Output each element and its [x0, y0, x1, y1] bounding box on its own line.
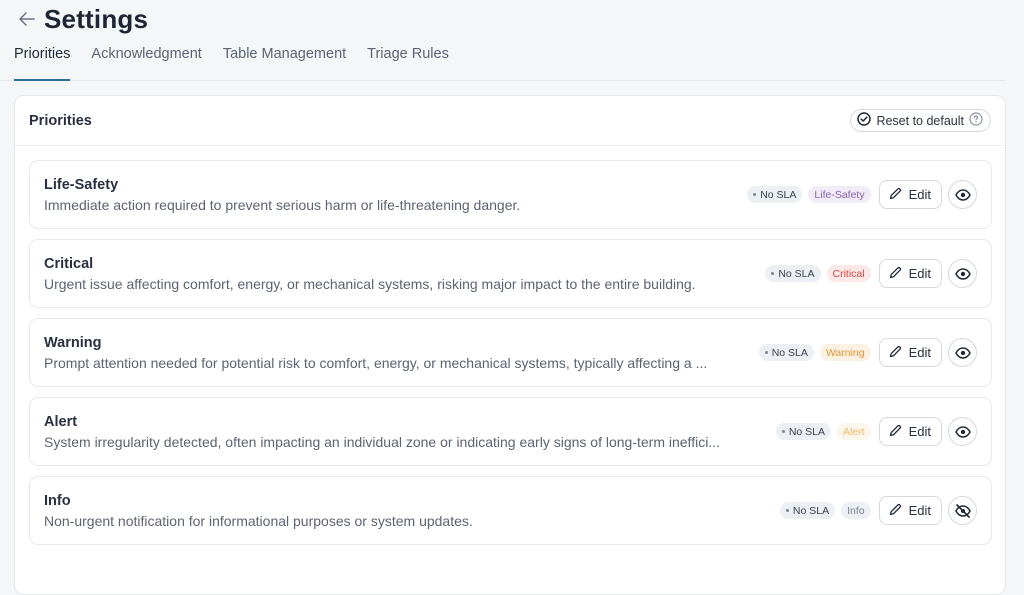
priority-row: Life-Safety Immediate action required to… — [29, 160, 992, 229]
edit-label: Edit — [908, 424, 931, 439]
priority-description: Immediate action required to prevent ser… — [44, 196, 521, 213]
priority-tag-badge: Life-Safety — [808, 186, 871, 203]
dot-icon — [771, 272, 775, 275]
dot-icon — [753, 193, 757, 196]
eye-off-icon[interactable] — [948, 496, 977, 525]
card-header: Priorities Reset to default — [15, 96, 1005, 146]
pencil-icon — [889, 424, 902, 440]
priority-text: Critical Urgent issue affecting comfort,… — [44, 256, 696, 292]
eye-icon[interactable] — [948, 417, 977, 446]
priority-list: Life-Safety Immediate action required to… — [29, 160, 992, 555]
help-circle-icon[interactable] — [969, 112, 983, 129]
page-header: Settings — [18, 4, 148, 34]
sla-label: No SLA — [771, 346, 808, 359]
priority-name: Life-Safety — [44, 176, 119, 193]
pencil-icon — [889, 266, 902, 282]
eye-icon[interactable] — [948, 338, 977, 367]
sla-badge: No SLA — [779, 502, 836, 519]
priority-description: Urgent issue affecting comfort, energy, … — [44, 275, 696, 292]
pencil-icon — [889, 187, 902, 203]
priority-actions: No SLA Warning Edit — [758, 338, 977, 367]
priority-text: Life-Safety Immediate action required to… — [44, 177, 520, 213]
priority-text: Warning Prompt attention needed for pote… — [44, 335, 707, 371]
edit-button[interactable]: Edit — [878, 417, 942, 446]
edit-label: Edit — [908, 503, 931, 518]
priority-actions: No SLA Life-Safety Edit — [747, 180, 977, 209]
edit-label: Edit — [908, 345, 931, 360]
tab-triage-rules[interactable]: Triage Rules — [367, 40, 449, 80]
card-title: Priorities — [29, 112, 92, 129]
sla-badge: No SLA — [747, 186, 803, 203]
priority-description: System irregularity detected, often impa… — [44, 433, 720, 450]
priority-tag-badge: Alert — [837, 423, 871, 440]
priority-row: Warning Prompt attention needed for pote… — [29, 318, 992, 387]
priority-description: Prompt attention needed for potential ri… — [44, 354, 708, 371]
dot-icon — [781, 430, 785, 433]
priority-name: Critical — [44, 255, 94, 272]
priority-tag-badge: Warning — [819, 344, 871, 361]
sla-label: No SLA — [788, 425, 825, 438]
priority-actions: No SLA Alert Edit — [775, 417, 977, 446]
priority-tag-badge: Info — [841, 502, 871, 519]
priority-actions: No SLA Info Edit — [779, 496, 977, 525]
tab-acknowledgment[interactable]: Acknowledgment — [91, 40, 201, 80]
priority-text: Alert System irregularity detected, ofte… — [44, 414, 720, 450]
eye-icon[interactable] — [948, 259, 977, 288]
priority-row: Alert System irregularity detected, ofte… — [29, 397, 992, 466]
sla-label: No SLA — [778, 267, 815, 280]
pencil-icon — [889, 345, 902, 361]
priority-row: Info Non-urgent notification for informa… — [29, 476, 992, 545]
tab-priorities[interactable]: Priorities — [14, 40, 71, 81]
reset-to-default-button[interactable]: Reset to default — [850, 109, 991, 132]
sla-badge: No SLA — [758, 344, 814, 361]
priority-tag-badge: Critical — [826, 265, 871, 282]
edit-button[interactable]: Edit — [878, 180, 942, 209]
tab-table-management[interactable]: Table Management — [223, 40, 346, 80]
sla-badge: No SLA — [775, 423, 831, 440]
sla-badge: No SLA — [765, 265, 821, 282]
dot-icon — [764, 351, 768, 354]
reset-label: Reset to default — [876, 113, 964, 128]
priority-actions: No SLA Critical Edit — [765, 259, 977, 288]
edit-button[interactable]: Edit — [878, 338, 942, 367]
page-title: Settings — [44, 3, 149, 34]
settings-tabs: Priorities Acknowledgment Table Manageme… — [0, 40, 1006, 81]
sla-label: No SLA — [792, 504, 830, 517]
priority-description: Non-urgent notification for informationa… — [44, 512, 473, 529]
eye-icon[interactable] — [948, 180, 977, 209]
priority-name: Warning — [44, 334, 102, 351]
dot-icon — [785, 509, 789, 512]
edit-label: Edit — [908, 187, 931, 202]
check-circle-icon — [857, 112, 872, 129]
priority-text: Info Non-urgent notification for informa… — [44, 493, 473, 529]
priority-row: Critical Urgent issue affecting comfort,… — [29, 239, 992, 308]
pencil-icon — [889, 503, 902, 519]
arrow-left-icon[interactable] — [18, 10, 36, 28]
priority-name: Alert — [44, 413, 78, 430]
priority-name: Info — [44, 492, 71, 509]
edit-label: Edit — [908, 266, 931, 281]
edit-button[interactable]: Edit — [878, 259, 942, 288]
edit-button[interactable]: Edit — [878, 496, 942, 525]
sla-label: No SLA — [760, 188, 797, 201]
